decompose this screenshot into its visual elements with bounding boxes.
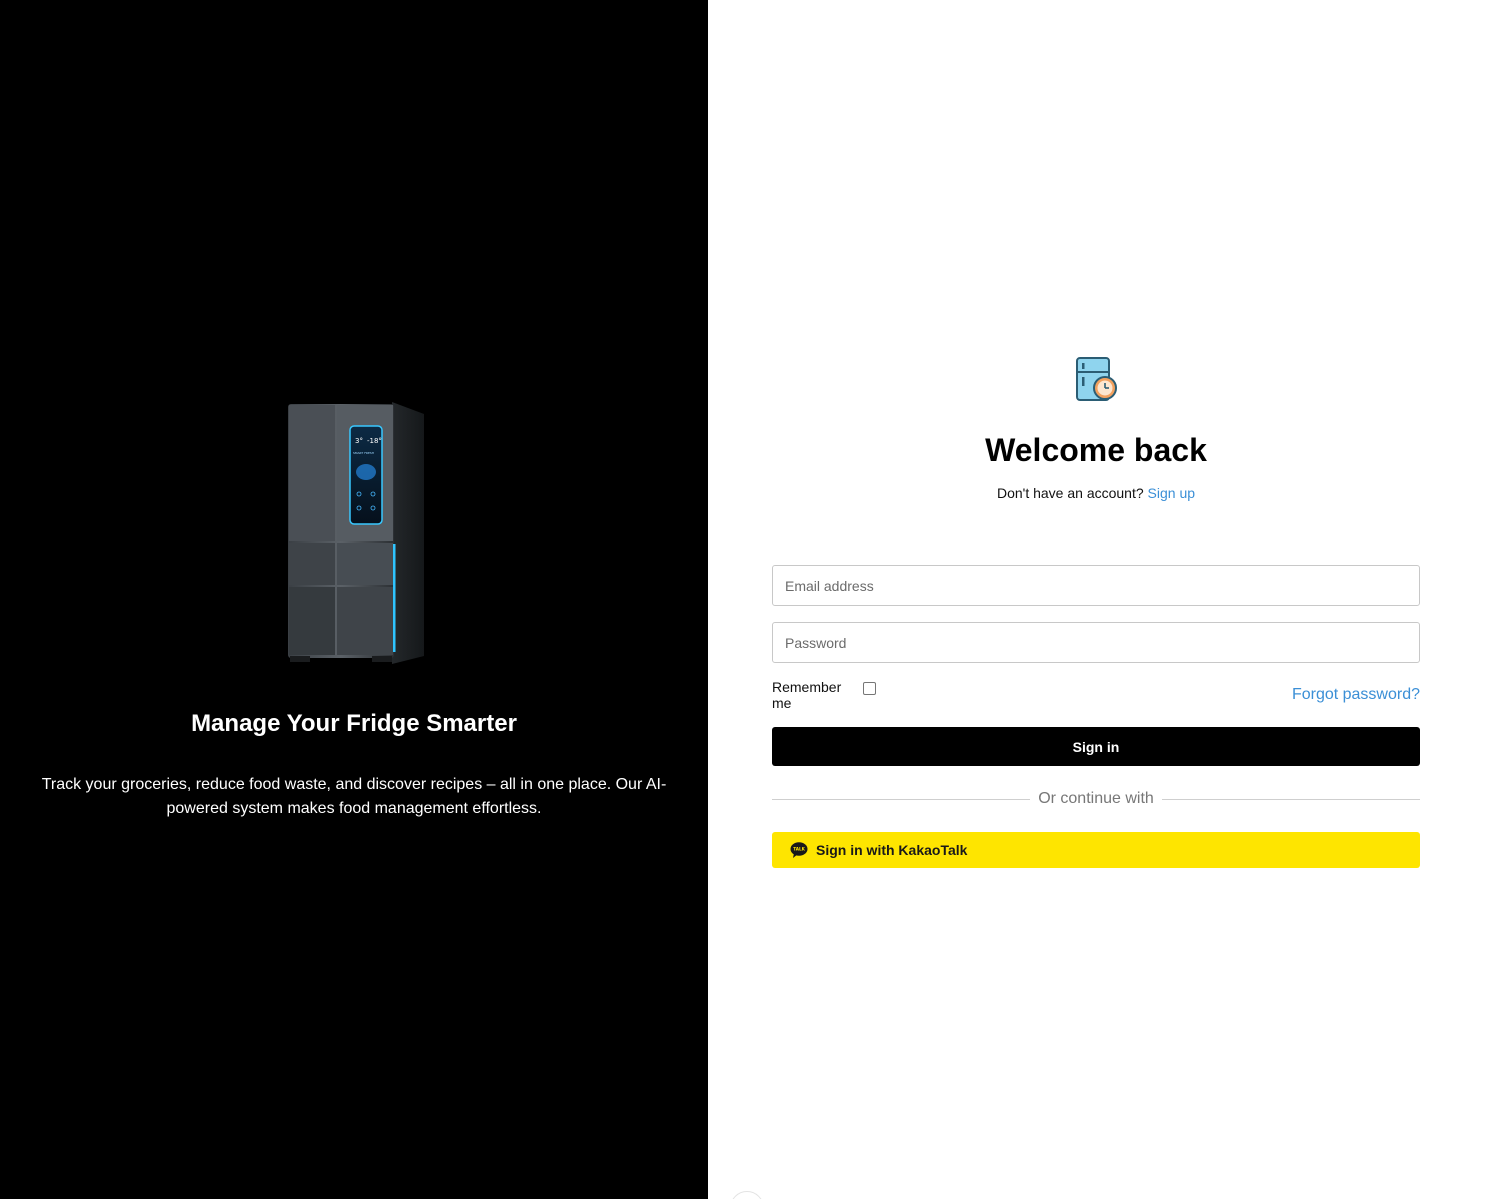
freezer-temp-label: -18° xyxy=(367,437,382,445)
hero-description: Track your groceries, reduce food waste,… xyxy=(41,776,667,817)
kakao-sign-in-label: Sign in with KakaoTalk xyxy=(816,842,968,858)
kakao-sign-in-button[interactable]: TALK Sign in with KakaoTalk xyxy=(772,832,1420,868)
signup-prompt-text: Don't have an account? xyxy=(996,485,1144,501)
sign-in-button[interactable]: Sign in xyxy=(772,727,1420,766)
fridge-temp-label: 3° xyxy=(355,437,363,445)
login-page: 3° -18° SMART FRESH Manage Your Fridge S… xyxy=(0,0,1490,1199)
kakao-icon-text: TALK xyxy=(793,847,805,852)
password-input[interactable] xyxy=(772,622,1420,663)
remember-me-checkbox[interactable] xyxy=(863,682,876,695)
sign-in-button-label: Sign in xyxy=(1072,738,1120,755)
remember-me-label: Remember me xyxy=(772,679,842,711)
kakao-talk-icon: TALK xyxy=(790,841,808,859)
signup-prompt: Don't have an account? Sign up xyxy=(708,485,1484,501)
fridge-mode-label: SMART FRESH xyxy=(353,451,374,455)
forgot-password-link[interactable]: Forgot password? xyxy=(1292,686,1420,704)
page-title: Welcome back xyxy=(985,432,1207,468)
fridge-clock-logo-icon xyxy=(1075,356,1119,402)
smart-fridge-image: 3° -18° SMART FRESH xyxy=(282,398,430,666)
hero-panel: 3° -18° SMART FRESH Manage Your Fridge S… xyxy=(0,0,708,1199)
divider-line-right xyxy=(1162,799,1420,800)
or-continue-divider: Or continue with xyxy=(772,789,1420,809)
email-input[interactable] xyxy=(772,565,1420,606)
login-panel: Welcome back Don't have an account? Sign… xyxy=(708,0,1490,1199)
signup-link[interactable]: Sign up xyxy=(1148,485,1195,501)
floating-action-circle[interactable] xyxy=(730,1191,764,1199)
hero-title: Manage Your Fridge Smarter xyxy=(191,710,517,737)
